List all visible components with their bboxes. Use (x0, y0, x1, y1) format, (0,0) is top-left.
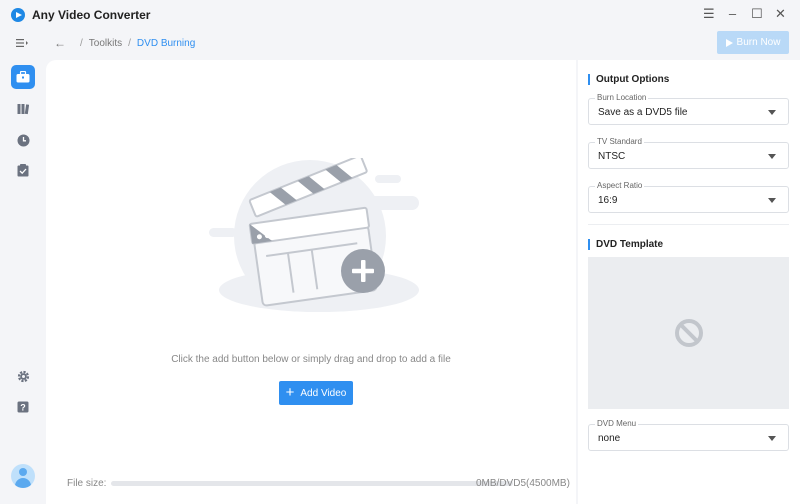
chevron-down-icon (768, 198, 776, 203)
add-video-button[interactable]: + Add Video (279, 381, 353, 405)
menu-icon[interactable]: ☰ (703, 7, 715, 21)
dvd-template-title: DVD Template (588, 239, 663, 250)
menu-collapse-icon[interactable] (16, 37, 28, 51)
aspect-ratio-select[interactable]: Aspect Ratio 16:9 (588, 180, 789, 213)
tv-standard-value: NTSC (598, 151, 626, 162)
minimize-icon[interactable]: – (727, 7, 738, 21)
burn-now-label: Burn Now (736, 37, 781, 48)
svg-text:?: ? (20, 402, 26, 412)
dvd-template-preview[interactable] (588, 257, 789, 409)
window-controls: ☰ – ☐ ✕ (703, 7, 786, 21)
sidebar-item-help[interactable]: ? (11, 395, 35, 419)
toolbox-icon (16, 71, 30, 83)
close-icon[interactable]: ✕ (775, 7, 786, 21)
burn-location-value: Save as a DVD5 file (598, 107, 688, 118)
plus-icon (341, 249, 385, 293)
aspect-ratio-value: 16:9 (598, 195, 618, 206)
title-bar: Any Video Converter ☰ – ☐ ✕ (0, 0, 800, 30)
clapperboard-icon (209, 158, 419, 312)
sidebar-item-tasks[interactable] (11, 158, 35, 182)
divider (588, 224, 789, 225)
sidebar-item-history[interactable] (11, 128, 35, 152)
burn-now-button[interactable]: Burn Now (717, 31, 789, 54)
chevron-down-icon (768, 436, 776, 441)
file-size-value: 0MB/DVD5(4500MB) (476, 478, 570, 489)
sidebar-item-settings[interactable] (11, 364, 35, 388)
settings-icon (17, 370, 29, 382)
burn-location-select[interactable]: Burn Location Save as a DVD5 file (588, 92, 789, 125)
dvd-menu-select[interactable]: DVD Menu none (588, 418, 789, 451)
chevron-down-icon (768, 110, 776, 115)
file-size-bar (111, 481, 513, 486)
breadcrumb: ← / Toolkits / DVD Burning (54, 36, 196, 50)
app-logo-icon (11, 8, 25, 22)
tasks-icon (17, 163, 29, 176)
back-arrow-icon[interactable]: ← (54, 36, 66, 50)
prohibited-icon (674, 319, 703, 347)
plus-icon: + (285, 384, 295, 401)
tv-standard-select[interactable]: TV Standard NTSC (588, 136, 789, 169)
history-icon (17, 134, 29, 146)
dvd-menu-value: none (598, 433, 621, 444)
sidebar-item-toolkits[interactable] (11, 65, 35, 89)
breadcrumb-current: DVD Burning (136, 37, 196, 49)
output-options-title: Output Options (588, 74, 669, 85)
burn-location-label: Burn Location (595, 92, 649, 104)
main-drop-area[interactable]: Click the add button below or simply dra… (46, 60, 576, 504)
aspect-ratio-label: Aspect Ratio (595, 180, 645, 192)
file-size-label: File size: (67, 478, 107, 489)
app-title: Any Video Converter (32, 8, 151, 22)
help-icon: ? (17, 401, 29, 413)
left-rail: ? (0, 30, 46, 504)
add-video-label: Add Video (300, 387, 347, 399)
dvd-menu-label: DVD Menu (595, 418, 639, 430)
options-panel: Output Options Burn Location Save as a D… (578, 60, 800, 504)
play-icon (725, 38, 733, 47)
avatar[interactable] (11, 464, 35, 488)
chevron-down-icon (768, 154, 776, 159)
maximize-icon[interactable]: ☐ (751, 7, 763, 21)
library-icon (17, 104, 29, 115)
tv-standard-label: TV Standard (595, 136, 644, 148)
sidebar-item-library[interactable] (11, 97, 35, 121)
breadcrumb-toolkits[interactable]: Toolkits (89, 38, 122, 49)
drop-hint: Click the add button below or simply dra… (171, 354, 451, 365)
